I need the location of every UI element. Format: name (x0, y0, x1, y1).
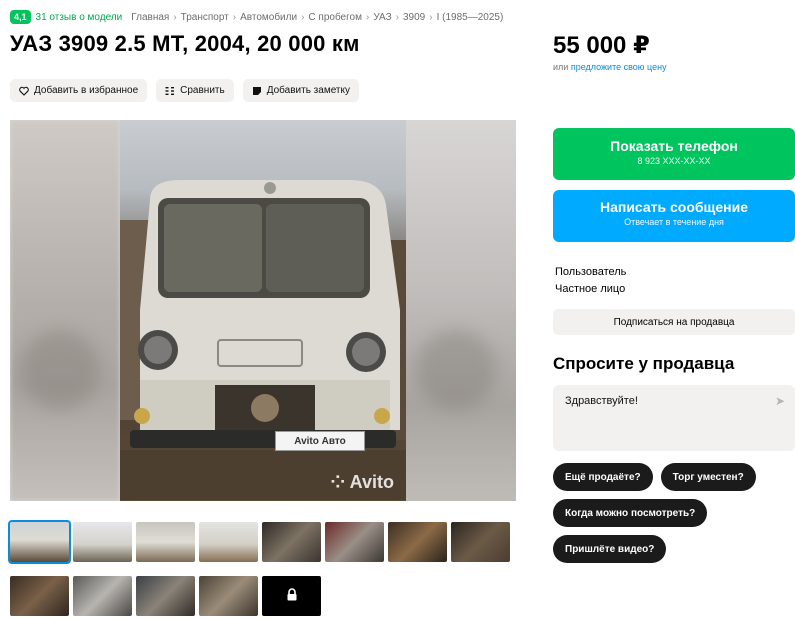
compare-label: Сравнить (180, 85, 225, 96)
more-photos-locked[interactable] (262, 576, 321, 616)
main-photo[interactable]: Avito Авто ⁘ Avito (10, 120, 516, 501)
page-title: УАЗ 3909 2.5 МТ, 2004, 20 000 км (10, 31, 360, 56)
phone-number-masked: 8 923 XXX-XX-XX (637, 156, 711, 166)
price: 55 000 ₽ (553, 32, 650, 59)
seller-name[interactable]: Пользователь (555, 264, 626, 281)
thumbnail-gallery (8, 520, 515, 619)
chevron-right-icon: › (366, 11, 370, 23)
ask-seller-title: Спросите у продавца (553, 354, 735, 373)
write-message-button[interactable]: Написать сообщение Отвечает в течение дн… (553, 190, 795, 242)
response-time: Отвечает в течение дня (624, 217, 724, 227)
write-message-label: Написать сообщение (599, 199, 749, 215)
breadcrumb-item[interactable]: УАЗ (373, 12, 391, 23)
photo-blur-right (406, 120, 516, 501)
quick-question-chip[interactable]: Пришлёте видео? (553, 535, 667, 563)
uaz-van-image (120, 180, 406, 500)
show-phone-label: Показать телефон (610, 138, 738, 154)
quick-question-chip[interactable]: Ещё продаёте? (553, 463, 653, 491)
thumbnail[interactable] (73, 576, 132, 616)
quick-question-chip[interactable]: Когда можно посмотреть? (553, 499, 708, 527)
car-photo: Avito Авто (120, 120, 406, 501)
thumbnail[interactable] (73, 522, 132, 562)
listing-actions: Добавить в избранное Сравнить Добавить з… (10, 79, 359, 102)
chevron-right-icon: › (395, 11, 399, 23)
breadcrumb-item[interactable]: 3909 (403, 12, 425, 23)
plate-text: Avito Авто (294, 435, 346, 447)
add-favorite-label: Добавить в избранное (34, 85, 139, 96)
listing-meta: 4,1 31 отзыв о модели Главная › Транспорт… (10, 8, 503, 26)
note-icon (252, 86, 262, 96)
add-note-label: Добавить заметку (266, 85, 350, 96)
heart-icon (19, 86, 29, 96)
thumbnail[interactable] (451, 522, 510, 562)
breadcrumb-item[interactable]: I (1985—2025) (437, 12, 504, 23)
avito-logo-icon: ⁘ (330, 472, 346, 492)
breadcrumb-item[interactable]: Главная (131, 12, 169, 23)
chevron-right-icon: › (232, 11, 237, 23)
ask-seller-box: ➤ (553, 385, 795, 451)
thumbnail[interactable] (136, 522, 195, 562)
watermark-text: Avito (349, 472, 394, 492)
subscribe-seller-button[interactable]: Подписаться на продавца (553, 309, 795, 335)
send-icon[interactable]: ➤ (775, 394, 785, 408)
thumbnail[interactable] (262, 522, 321, 562)
thumbnail[interactable] (325, 522, 384, 562)
reviews-link[interactable]: 31 отзыв о модели (36, 12, 123, 23)
offer-price-link[interactable]: предложите свою цену (571, 62, 667, 72)
seller-info: Пользователь Частное лицо (555, 264, 626, 298)
chevron-right-icon: › (301, 11, 305, 23)
quick-questions: Ещё продаёте? Торг уместен? Когда можно … (553, 463, 795, 563)
show-phone-button[interactable]: Показать телефон 8 923 XXX-XX-XX (553, 128, 795, 180)
offer-prefix: или (553, 62, 569, 72)
thumbnail[interactable] (199, 576, 258, 616)
chevron-right-icon: › (429, 11, 433, 23)
offer-line: или предложите свою цену (553, 62, 667, 72)
chevron-right-icon: › (173, 11, 177, 23)
thumbnail-row (10, 576, 515, 616)
thumbnail[interactable] (388, 522, 447, 562)
breadcrumb-item[interactable]: Транспорт (181, 12, 229, 23)
add-favorite-button[interactable]: Добавить в избранное (10, 79, 148, 102)
breadcrumb-item[interactable]: Автомобили (240, 12, 297, 23)
compare-icon (165, 86, 175, 96)
breadcrumb-item[interactable]: С пробегом (308, 12, 362, 23)
quick-question-chip[interactable]: Торг уместен? (660, 463, 756, 491)
breadcrumb: Главная › Транспорт › Автомобили › С пробег… (131, 12, 503, 23)
lock-icon (286, 588, 298, 604)
thumbnail[interactable] (136, 576, 195, 616)
license-plate-placeholder: Avito Авто (275, 431, 365, 451)
thumbnail[interactable] (199, 522, 258, 562)
avito-watermark: ⁘ Avito (330, 472, 394, 493)
compare-button[interactable]: Сравнить (156, 79, 234, 102)
rating-badge: 4,1 (10, 10, 31, 24)
photo-blur-left (10, 120, 120, 501)
thumbnail[interactable] (10, 576, 69, 616)
add-note-button[interactable]: Добавить заметку (242, 79, 359, 102)
thumbnail[interactable] (8, 520, 71, 564)
seller-type: Частное лицо (555, 283, 626, 295)
ask-message-input[interactable] (565, 395, 765, 407)
thumbnail-row (8, 520, 515, 564)
